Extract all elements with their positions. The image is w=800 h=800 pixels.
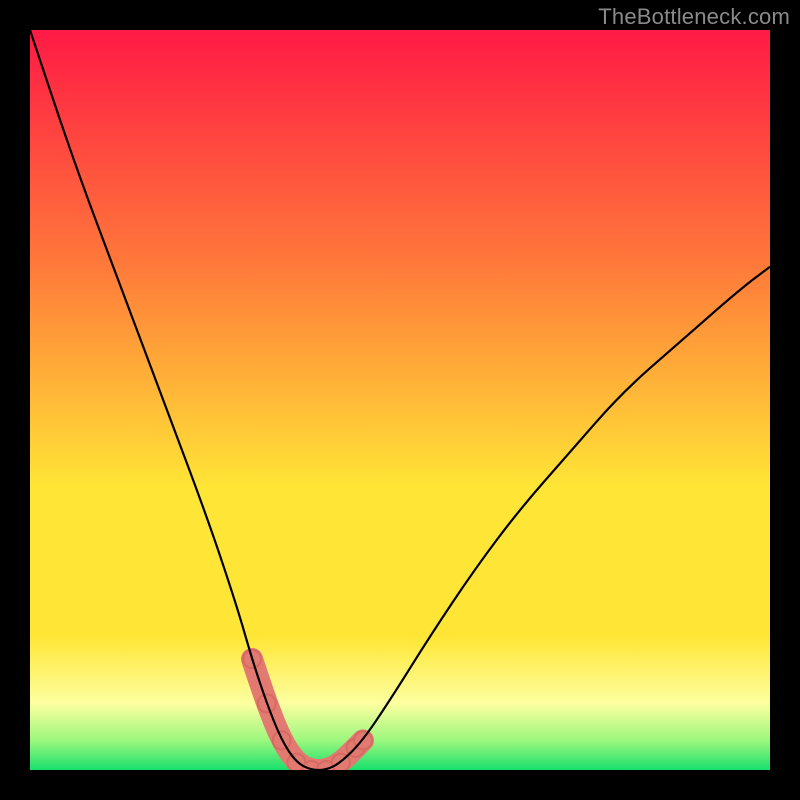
marker-band (252, 659, 363, 770)
plot-area (30, 30, 770, 770)
chart-svg (30, 30, 770, 770)
bottleneck-curve (30, 30, 770, 770)
outer-frame: TheBottleneck.com (0, 0, 800, 800)
watermark-text: TheBottleneck.com (598, 4, 790, 30)
